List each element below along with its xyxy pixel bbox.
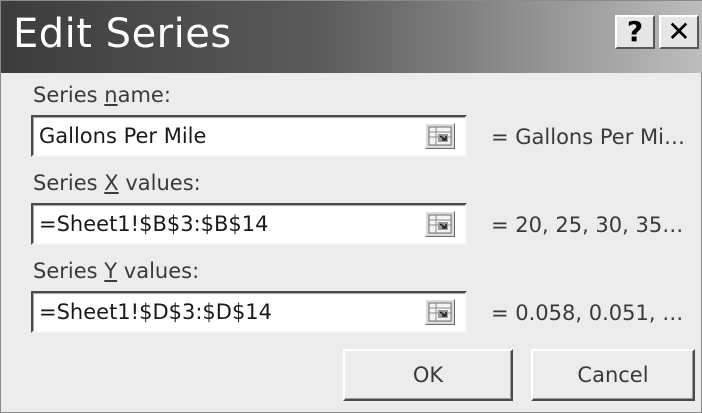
title-bar[interactable]: Edit Series ? ✕ [1, 1, 702, 73]
series-name-preview: = Gallons Per Mi… [491, 125, 685, 149]
series-name-range-button[interactable] [425, 123, 455, 149]
help-icon: ? [626, 15, 644, 48]
series-x-range-button[interactable] [425, 211, 455, 237]
series-x-label-accelerator: X [104, 171, 119, 195]
series-y-preview: = 0.058, 0.051, … [491, 301, 684, 325]
series-y-field[interactable]: =Sheet1!$D$3:$D$14 [31, 291, 467, 333]
series-name-label-accelerator: n [104, 83, 118, 107]
series-y-value: =Sheet1!$D$3:$D$14 [39, 300, 273, 324]
dialog-title: Edit Series [13, 11, 232, 57]
series-x-label-suffix: values: [118, 171, 201, 195]
series-name-label-prefix: Series [33, 83, 105, 107]
series-y-label-accelerator: Y [104, 259, 118, 283]
series-name-label-suffix: ame: [117, 83, 171, 107]
series-name-label: Series name: [33, 83, 171, 107]
series-name-value: Gallons Per Mile [39, 124, 207, 148]
help-button[interactable]: ? [615, 15, 655, 49]
close-button[interactable]: ✕ [659, 15, 699, 49]
series-x-value: =Sheet1!$B$3:$B$14 [39, 212, 269, 236]
series-x-label-prefix: Series [33, 171, 105, 195]
series-y-label: Series Y values: [33, 259, 199, 283]
series-y-range-button[interactable] [425, 299, 455, 325]
series-y-label-prefix: Series [33, 259, 105, 283]
series-x-preview: = 20, 25, 30, 35… [491, 213, 684, 237]
series-y-label-suffix: values: [117, 259, 200, 283]
edit-series-dialog: Edit Series ? ✕ Series name: Gallons Per… [0, 0, 702, 413]
series-name-field[interactable]: Gallons Per Mile [31, 115, 467, 157]
ok-button[interactable]: OK [343, 349, 513, 401]
series-x-label: Series X values: [33, 171, 201, 195]
cancel-button[interactable]: Cancel [531, 349, 695, 401]
close-icon: ✕ [667, 15, 691, 48]
series-x-field[interactable]: =Sheet1!$B$3:$B$14 [31, 203, 467, 245]
